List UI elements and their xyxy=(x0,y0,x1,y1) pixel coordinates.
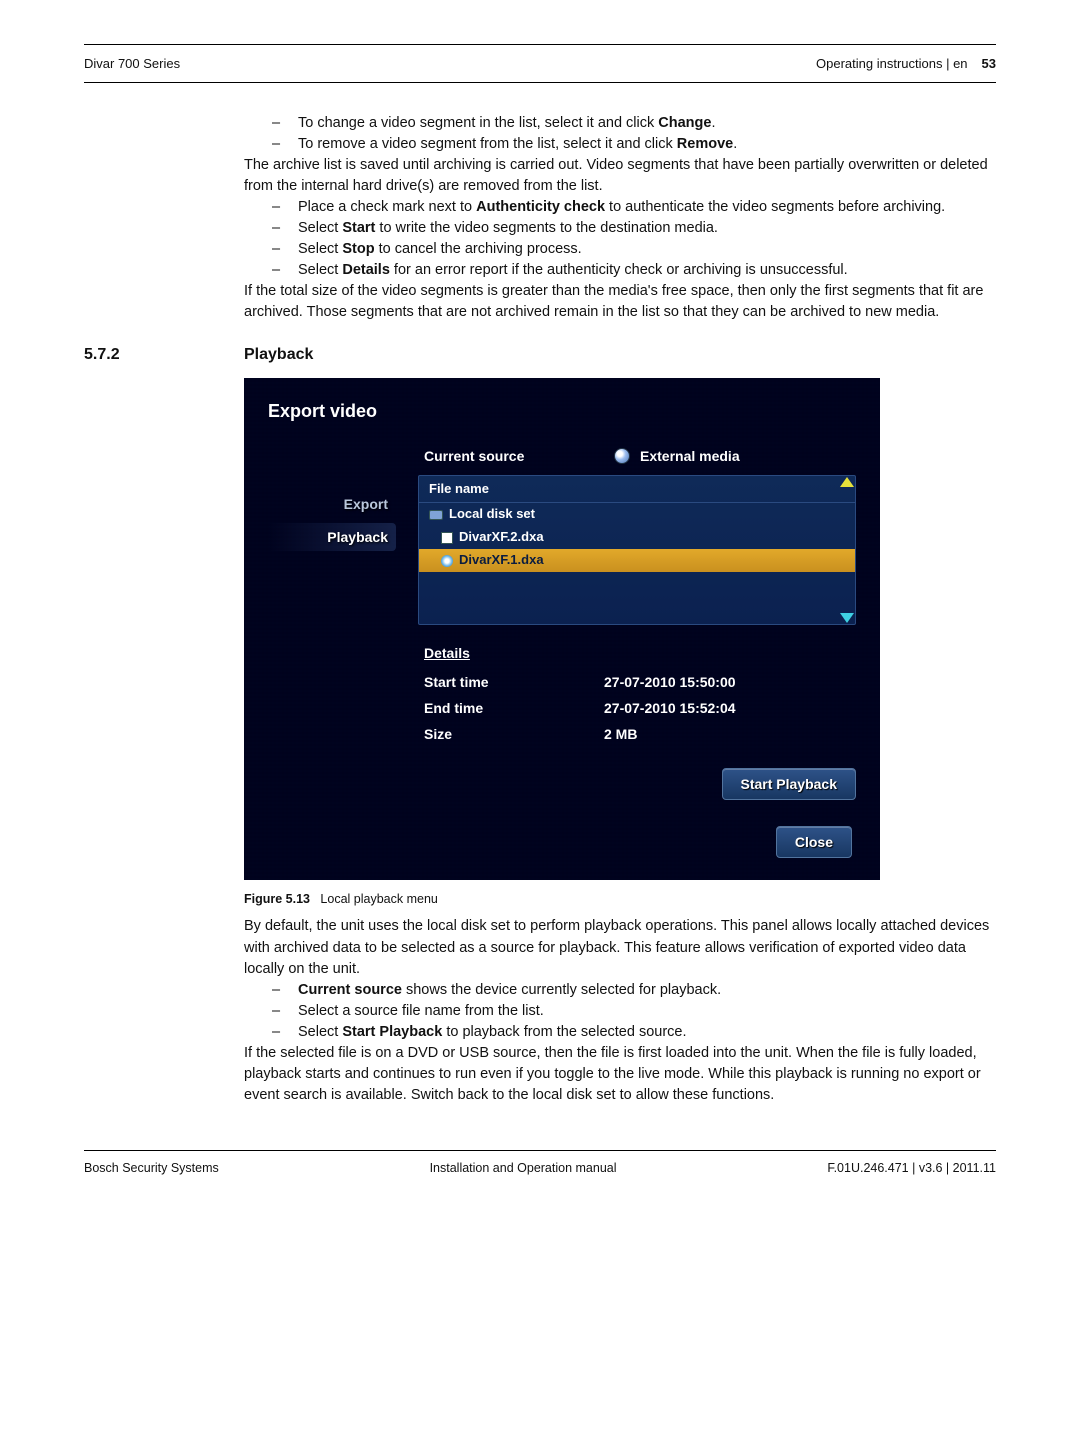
figure-caption: Figure 5.13 Local playback menu xyxy=(244,890,996,908)
section-number: 5.7.2 xyxy=(84,343,244,366)
body-text: Select Start Playback to playback from t… xyxy=(298,1022,996,1043)
scroll-down-icon[interactable] xyxy=(840,613,854,623)
body-text: The archive list is saved until archivin… xyxy=(244,155,996,197)
file-row-root[interactable]: Local disk set xyxy=(419,503,855,526)
body-text: To remove a video segment from the list,… xyxy=(298,134,996,155)
end-time-value: 27-07-2010 15:52:04 xyxy=(604,698,736,718)
footer-center: Installation and Operation manual xyxy=(430,1159,617,1177)
scroll-up-icon[interactable] xyxy=(840,477,854,487)
body-text: Select Start to write the video segments… xyxy=(298,218,996,239)
start-time-value: 27-07-2010 15:50:00 xyxy=(604,672,736,692)
cd-icon xyxy=(441,555,453,567)
start-playback-button[interactable]: Start Playback xyxy=(722,768,857,800)
body-text: If the selected file is on a DVD or USB … xyxy=(244,1043,996,1106)
end-time-label: End time xyxy=(424,698,604,718)
file-list[interactable]: File name Local disk set DivarXF.2.dxa D… xyxy=(418,475,856,625)
body-text: Select a source file name from the list. xyxy=(298,1001,996,1022)
body-text: Current source shows the device currentl… xyxy=(298,980,996,1001)
current-source-label: Current source xyxy=(424,446,604,466)
file-row[interactable]: DivarXF.2.dxa xyxy=(419,526,855,549)
body-text: By default, the unit uses the local disk… xyxy=(244,916,996,979)
tab-playback[interactable]: Playback xyxy=(268,523,396,551)
size-value: 2 MB xyxy=(604,724,637,744)
footer-right: F.01U.246.471 | v3.6 | 2011.11 xyxy=(827,1159,996,1177)
header-right-text: Operating instructions | en xyxy=(816,55,968,74)
body-text: To change a video segment in the list, s… xyxy=(298,113,996,134)
details-heading: Details xyxy=(418,643,856,663)
tab-export[interactable]: Export xyxy=(268,490,396,518)
body-text: Select Stop to cancel the archiving proc… xyxy=(298,239,996,260)
section-title: Playback xyxy=(244,343,313,366)
file-icon xyxy=(441,532,453,544)
footer-left: Bosch Security Systems xyxy=(84,1159,219,1177)
close-button[interactable]: Close xyxy=(776,826,852,858)
body-text: Select Details for an error report if th… xyxy=(298,260,996,281)
body-text: Place a check mark next to Authenticity … xyxy=(298,197,996,218)
file-row-selected[interactable]: DivarXF.1.dxa xyxy=(419,549,855,572)
export-video-dialog: Export video Export Playback Current sou… xyxy=(244,378,880,880)
size-label: Size xyxy=(424,724,604,744)
page-number: 53 xyxy=(982,55,996,74)
page-footer: Bosch Security Systems Installation and … xyxy=(84,1151,996,1177)
product-name: Divar 700 Series xyxy=(84,55,180,74)
start-time-label: Start time xyxy=(424,672,604,692)
disc-icon xyxy=(614,448,630,464)
body-text: If the total size of the video segments … xyxy=(244,281,996,323)
file-list-header: File name xyxy=(419,476,855,504)
current-source-value: External media xyxy=(640,446,740,466)
page-header: Divar 700 Series Operating instructions … xyxy=(84,45,996,82)
disk-icon xyxy=(429,510,443,520)
dialog-title: Export video xyxy=(268,398,856,424)
